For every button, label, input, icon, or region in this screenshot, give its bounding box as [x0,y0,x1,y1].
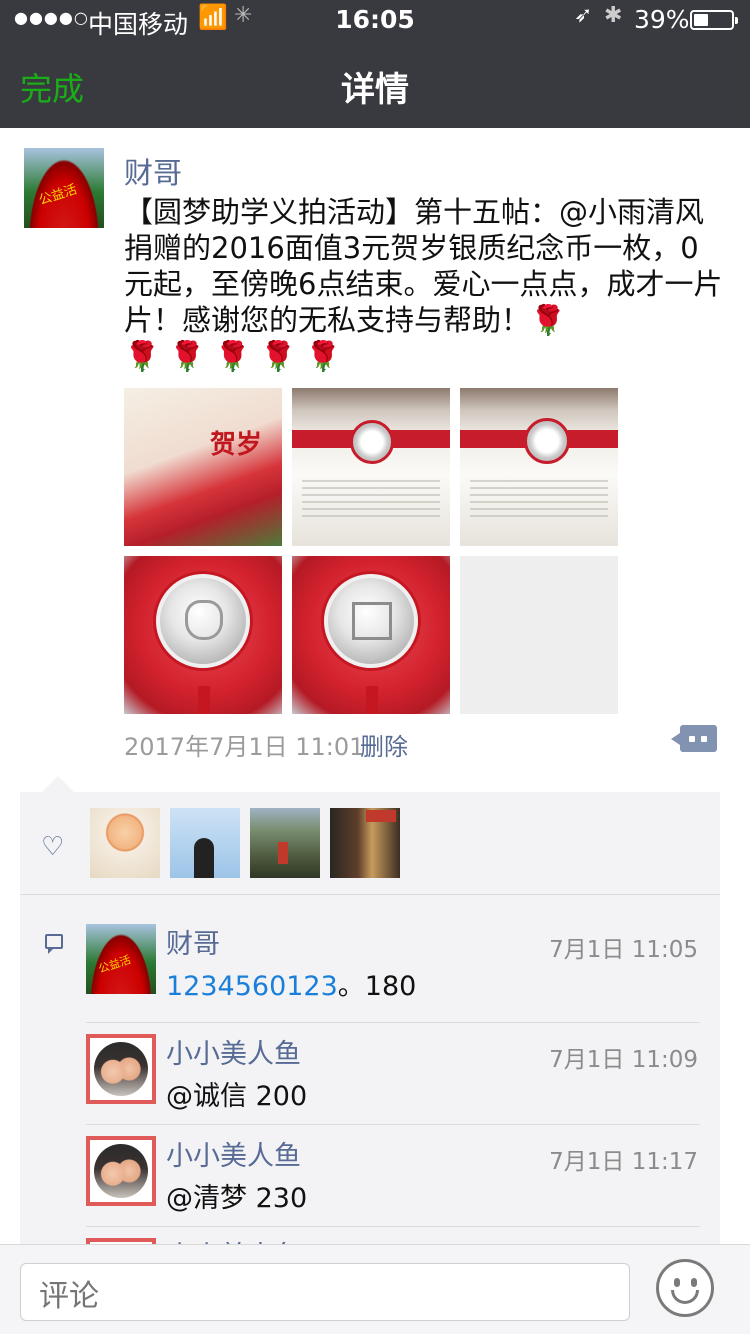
commenter-name[interactable]: 小小美人鱼 [166,1032,301,1071]
commenter-avatar[interactable] [86,1136,156,1206]
post-photo-6[interactable] [460,556,618,714]
liker-avatar[interactable] [90,808,160,878]
divider [86,1022,700,1023]
commenter-avatar[interactable]: 公益活 [86,924,156,994]
avatar-photo [94,1042,148,1096]
holder-stem [198,686,210,714]
liker-avatar[interactable] [330,808,400,878]
dot-icon [701,736,707,742]
heart-icon: ♡ [41,832,65,862]
avatar-photo [94,1144,148,1198]
comment-input-bar [0,1244,750,1334]
post-photo-5[interactable] [292,556,450,714]
battery-tip [735,17,738,24]
post-photo-4[interactable] [124,556,282,714]
emoji-mouth [671,1290,699,1304]
battery-icon [690,10,738,30]
top-bar: ●●●●○ 中国移动 📶 ✳ 16:05 ➶ ✱ 39% 完成 详情 [0,0,750,128]
post-text: 【圆梦助学义拍活动】第十五帖：@小雨清风捐赠的2016面值3元贺岁银质纪念币一枚… [124,195,723,373]
liker-avatar[interactable] [170,808,240,878]
interaction-panel: ♡ 公益活 财哥 7月1日 11:05 1234560123。180 小小美人鱼… [20,792,720,1308]
comment-text[interactable]: @清梦 230 [166,1176,307,1215]
post-author-name[interactable]: 财哥 [124,150,182,192]
comment-time: 7月1日 11:05 [549,937,698,963]
emoji-button[interactable] [656,1259,714,1317]
status-bar: ●●●●○ 中国移动 📶 ✳ 16:05 ➶ ✱ 39% [0,0,750,40]
post-photo-2[interactable] [292,388,450,546]
commenter-name[interactable]: 财哥 [166,922,220,961]
comment-text-rest: 。180 [337,971,417,1002]
panel-pointer [42,776,74,792]
post-timestamp: 2017年7月1日 11:01 [124,733,365,761]
coin-image [324,574,418,668]
person-figure [278,842,288,864]
avatar-badge-text: 公益活 [37,182,79,209]
divider [86,1226,700,1227]
phone-number-link[interactable]: 1234560123 [166,971,338,1002]
location-arrow-icon: ➶ [574,3,593,28]
comment-text[interactable]: 1234560123。180 [166,964,416,1003]
coin-image [350,420,394,464]
battery-percent: 39% [634,5,690,34]
avatar-badge-text: 公益活 [96,953,133,976]
commenter-name[interactable]: 小小美人鱼 [166,1134,301,1173]
page-title: 详情 [341,70,409,110]
comment-input[interactable] [20,1263,630,1321]
photo-text-lines [470,480,608,520]
comment-time: 7月1日 11:09 [549,1047,698,1073]
holder-stem [366,686,378,714]
comment-bubble-icon [45,934,63,954]
photo-text-lines [302,480,440,520]
photo-caption: 贺岁 [210,430,263,460]
silhouette [194,838,214,878]
comment-more-button[interactable] [671,725,717,752]
coin-emblem [352,602,392,640]
divider [20,894,720,895]
bluetooth-icon: ✱ [604,3,623,28]
emoji-eye [691,1278,697,1287]
battery-level [694,14,708,26]
divider [86,1124,700,1125]
emoji-eye [674,1278,680,1287]
comment-time: 7月1日 11:17 [549,1149,698,1175]
commenter-avatar[interactable] [86,1034,156,1104]
comment-text[interactable]: @诚信 200 [166,1074,307,1113]
liker-avatar[interactable] [250,808,320,878]
coin-image [156,574,250,668]
dot-icon [689,736,695,742]
post-author-avatar[interactable]: 公益活 [24,148,104,228]
post-photo-3[interactable] [460,388,618,546]
post-photo-1[interactable]: 贺岁 [124,388,282,546]
shop-sign [366,810,396,822]
delete-link[interactable]: 删除 [360,727,408,762]
coin-image [524,418,570,464]
coin-emblem [185,600,223,640]
